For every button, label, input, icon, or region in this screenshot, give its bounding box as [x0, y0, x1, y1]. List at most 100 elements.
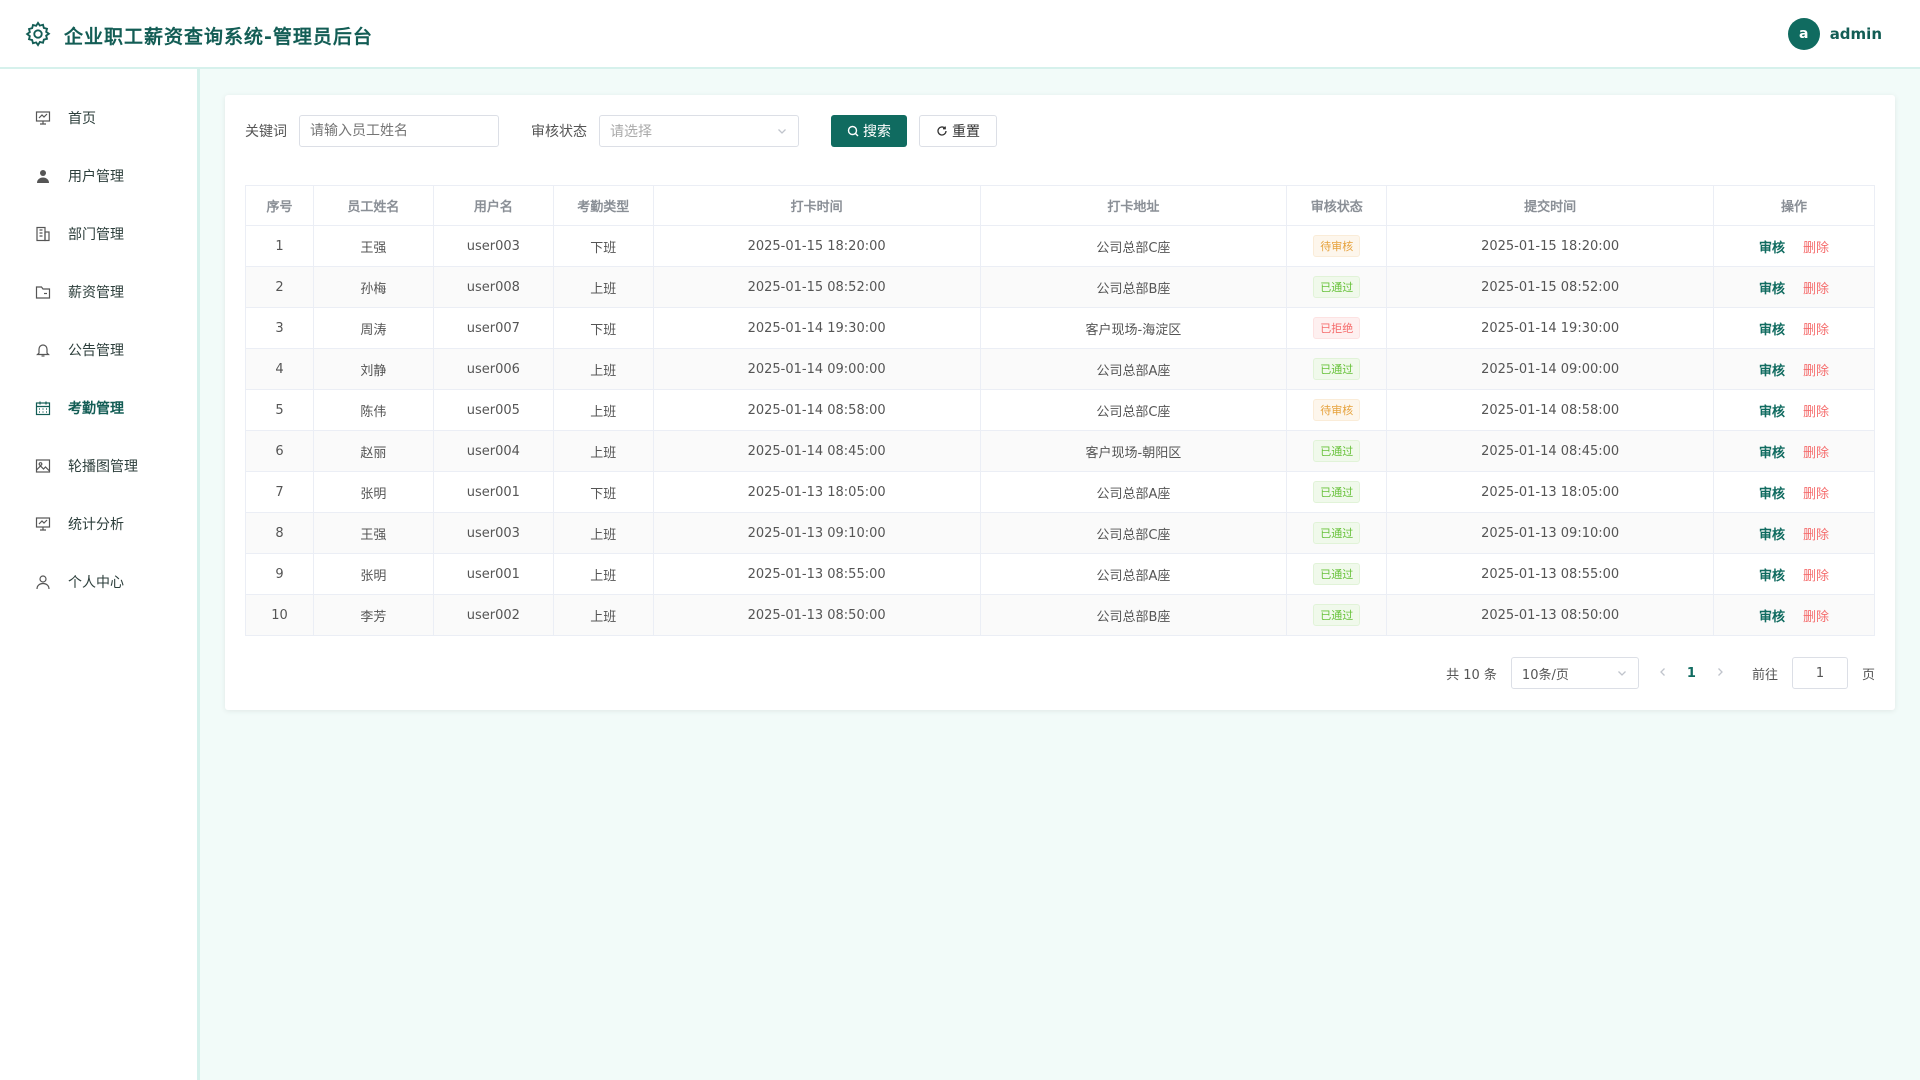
approve-button[interactable]: 审核 — [1759, 487, 1785, 502]
approve-button[interactable]: 审核 — [1759, 610, 1785, 625]
cell-name: 赵丽 — [312, 430, 434, 472]
cell-username: user001 — [432, 471, 554, 513]
delete-button[interactable]: 删除 — [1803, 241, 1829, 256]
status-badge: 待审核 — [1313, 399, 1361, 421]
sidebar-item-label: 公告管理 — [68, 343, 124, 359]
cell-status: 待审核 — [1286, 389, 1388, 431]
sidebar-item-users[interactable]: 用户管理 — [0, 147, 197, 205]
cell-name: 陈伟 — [312, 389, 434, 431]
delete-button[interactable]: 删除 — [1803, 528, 1829, 543]
avatar[interactable]: a — [1787, 18, 1820, 50]
next-page-button[interactable] — [1710, 666, 1730, 681]
page-size-select[interactable]: 10条/页 — [1510, 657, 1639, 689]
cell-username: user007 — [432, 307, 554, 349]
sidebar-item-attendance[interactable]: 考勤管理 — [0, 379, 197, 437]
delete-button[interactable]: 删除 — [1803, 282, 1829, 297]
cell-submit-time: 2025-01-13 18:05:00 — [1386, 471, 1715, 513]
cell-address: 公司总部B座 — [979, 266, 1288, 308]
delete-button[interactable]: 删除 — [1803, 364, 1829, 379]
cell-submit-time: 2025-01-14 08:45:00 — [1386, 430, 1715, 472]
cell-clock-time: 2025-01-15 08:52:00 — [652, 266, 981, 308]
table-body: 1 王强 user003 下班 2025-01-15 18:20:00 公司总部C座 待审核… — [245, 225, 1875, 636]
cell-status: 已通过 — [1286, 266, 1388, 308]
approve-button[interactable]: 审核 — [1759, 569, 1785, 584]
cell-name: 李芳 — [312, 594, 434, 636]
cell-clock-time: 2025-01-14 19:30:00 — [652, 307, 981, 349]
approve-button[interactable]: 审核 — [1759, 323, 1785, 338]
attendance-panel: 关键词 审核状态 请选择 搜索 重置 序号 员工姓名 用户名 考勤类型 打卡时间 — [225, 95, 1895, 710]
calendar-icon — [34, 399, 52, 417]
table-row: 7 张明 user001 下班 2025-01-13 18:05:00 公司总部A座 已通过… — [245, 471, 1875, 513]
prev-page-button[interactable] — [1653, 666, 1673, 681]
delete-button[interactable]: 删除 — [1803, 323, 1829, 338]
search-button-label: 搜索 — [863, 124, 891, 140]
keyword-label: 关键词 — [245, 124, 287, 140]
delete-button[interactable]: 删除 — [1803, 446, 1829, 461]
delete-button[interactable]: 删除 — [1803, 569, 1829, 584]
sidebar-item-label: 部门管理 — [68, 227, 124, 243]
approve-button[interactable]: 审核 — [1759, 528, 1785, 543]
dashboard-icon — [34, 109, 52, 127]
cell-name: 孙梅 — [312, 266, 434, 308]
keyword-input[interactable] — [299, 115, 499, 147]
sidebar-item-home[interactable]: 首页 — [0, 89, 197, 147]
cell-actions: 审核 删除 — [1713, 553, 1875, 595]
status-badge: 已通过 — [1313, 481, 1361, 503]
status-select[interactable]: 请选择 — [599, 115, 799, 147]
status-badge: 已通过 — [1313, 522, 1361, 544]
sidebar-item-label: 用户管理 — [68, 169, 124, 185]
cell-submit-time: 2025-01-14 08:58:00 — [1386, 389, 1715, 431]
user-menu[interactable]: a admin — [1787, 18, 1882, 50]
search-button[interactable]: 搜索 — [831, 115, 907, 147]
approve-button[interactable]: 审核 — [1759, 364, 1785, 379]
goto-label: 前往 — [1751, 667, 1778, 683]
person-icon — [34, 573, 52, 591]
status-badge: 已通过 — [1313, 440, 1361, 462]
table-row: 2 孙梅 user008 上班 2025-01-15 08:52:00 公司总部B座 已通过… — [245, 266, 1875, 308]
table-row: 10 李芳 user002 上班 2025-01-13 08:50:00 公司总部B座 已通… — [245, 594, 1875, 636]
page-number-current[interactable]: 1 — [1687, 666, 1696, 681]
table-row: 6 赵丽 user004 上班 2025-01-14 08:45:00 客户现场-朝阳区已… — [245, 430, 1875, 472]
chevron-down-icon — [778, 129, 786, 134]
delete-button[interactable]: 删除 — [1803, 405, 1829, 420]
cell-clock-time: 2025-01-13 09:10:00 — [652, 512, 981, 554]
table-row: 3 周涛 user007 下班 2025-01-14 19:30:00 客户现场-海淀区已… — [245, 307, 1875, 349]
cell-type: 下班 — [552, 307, 654, 349]
chevron-right-icon — [1718, 667, 1723, 676]
sidebar-item-announcements[interactable]: 公告管理 — [0, 321, 197, 379]
search-icon — [847, 125, 859, 137]
cell-submit-time: 2025-01-13 08:55:00 — [1386, 553, 1715, 595]
delete-button[interactable]: 删除 — [1803, 487, 1829, 502]
cell-address: 客户现场-朝阳区 — [979, 430, 1288, 472]
sidebar-item-salary[interactable]: 薪资管理 — [0, 263, 197, 321]
sidebar-item-label: 首页 — [68, 111, 96, 127]
cell-name: 周涛 — [312, 307, 434, 349]
reset-button[interactable]: 重置 — [919, 115, 997, 147]
delete-button[interactable]: 删除 — [1803, 610, 1829, 625]
approve-button[interactable]: 审核 — [1759, 405, 1785, 420]
cell-username: user006 — [432, 348, 554, 390]
sidebar-item-departments[interactable]: 部门管理 — [0, 205, 197, 263]
user-name[interactable]: admin — [1830, 25, 1882, 43]
approve-button[interactable]: 审核 — [1759, 446, 1785, 461]
image-icon — [34, 457, 52, 475]
sidebar-item-label: 统计分析 — [68, 517, 124, 533]
cell-type: 上班 — [552, 512, 654, 554]
cell-status: 已通过 — [1286, 348, 1388, 390]
sidebar-item-profile[interactable]: 个人中心 — [0, 553, 197, 611]
approve-button[interactable]: 审核 — [1759, 241, 1785, 256]
approve-button[interactable]: 审核 — [1759, 282, 1785, 297]
goto-page-input[interactable] — [1791, 657, 1848, 689]
status-badge: 已通过 — [1313, 563, 1361, 585]
cell-status: 已通过 — [1286, 594, 1388, 636]
column-header: 考勤类型 — [552, 185, 654, 226]
page-size-value: 10条/页 — [1521, 667, 1569, 683]
cell-no: 5 — [245, 389, 314, 431]
column-header: 打卡地址 — [979, 185, 1288, 226]
sidebar-item-statistics[interactable]: 统计分析 — [0, 495, 197, 553]
cell-clock-time: 2025-01-15 18:20:00 — [652, 225, 981, 267]
cell-actions: 审核 删除 — [1713, 594, 1875, 636]
chevron-down-icon — [1617, 671, 1626, 676]
sidebar-item-carousel[interactable]: 轮播图管理 — [0, 437, 197, 495]
column-header: 操作 — [1713, 185, 1875, 226]
